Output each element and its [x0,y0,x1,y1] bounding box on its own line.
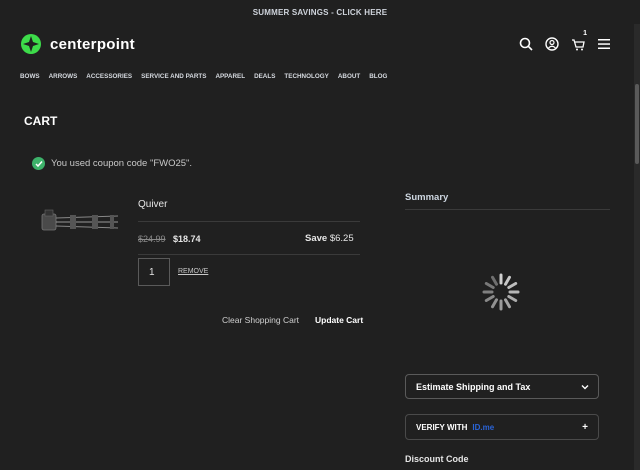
divider [405,209,610,210]
cart-count: 1 [583,30,587,37]
quantity-input[interactable] [138,258,170,286]
nav-item-apparel[interactable]: APPAREL [215,73,245,80]
estimate-shipping-toggle[interactable]: Estimate Shipping and Tax [405,374,599,399]
clear-cart-button[interactable]: Clear Shopping Cart [222,315,299,325]
logo[interactable]: centerpoint [18,33,135,55]
account-icon[interactable] [544,36,560,52]
promo-banner[interactable]: SUMMER SAVINGS - CLICK HERE [0,0,640,24]
nav-item-service-and-parts[interactable]: SERVICE AND PARTS [141,73,206,80]
logo-text: centerpoint [50,35,135,53]
promo-text[interactable]: SUMMER SAVINGS - CLICK HERE [253,8,388,17]
nav-item-bows[interactable]: BOWS [20,73,40,80]
product-name[interactable]: Quiver [138,199,167,210]
scrollbar-thumb[interactable] [635,84,639,164]
menu-icon[interactable] [596,36,612,52]
chevron-down-icon [581,385,589,390]
nav-item-about[interactable]: ABOUT [338,73,360,80]
sale-price: $18.74 [173,234,201,244]
check-icon [32,157,45,170]
nav-item-accessories[interactable]: ACCESSORIES [86,73,132,80]
nav-item-deals[interactable]: DEALS [254,73,275,80]
product-image[interactable] [40,206,120,236]
nav-item-arrows[interactable]: ARROWS [49,73,78,80]
search-icon[interactable] [518,36,534,52]
coupon-message-text: You used coupon code "FWO25". [51,158,193,169]
nav-item-technology[interactable]: TECHNOLOGY [284,73,328,80]
coupon-message: You used coupon code "FWO25". [32,157,192,170]
original-price: $24.99 [138,234,166,244]
page-title: CART [24,114,58,128]
site-header: centerpoint 1 [0,24,640,66]
savings-label: Save [305,233,328,244]
estimate-shipping-label: Estimate Shipping and Tax [416,381,531,392]
discount-code-heading[interactable]: Discount Code [405,454,469,464]
loading-spinner-icon [482,273,520,311]
remove-link[interactable]: REMOVE [178,268,208,275]
summary-title: Summary [405,192,449,203]
cart-icon[interactable]: 1 [570,30,587,52]
idme-logo: ID.me [472,422,495,432]
header-icons: 1 [518,30,612,52]
update-cart-button[interactable]: Update Cart [315,315,363,325]
savings: Save $6.25 [305,233,354,244]
divider [138,254,360,255]
plus-icon: + [582,422,588,433]
verify-id-button[interactable]: VERIFY WITH ID.me + [405,414,599,440]
divider [138,221,360,222]
logo-icon [21,34,41,54]
nav-item-blog[interactable]: BLOG [369,73,387,80]
main-nav: BOWS ARROWS ACCESSORIES SERVICE AND PART… [20,73,396,80]
verify-label: VERIFY WITH [416,422,468,432]
page-scrollbar[interactable] [634,24,640,470]
savings-amount: $6.25 [329,233,354,244]
